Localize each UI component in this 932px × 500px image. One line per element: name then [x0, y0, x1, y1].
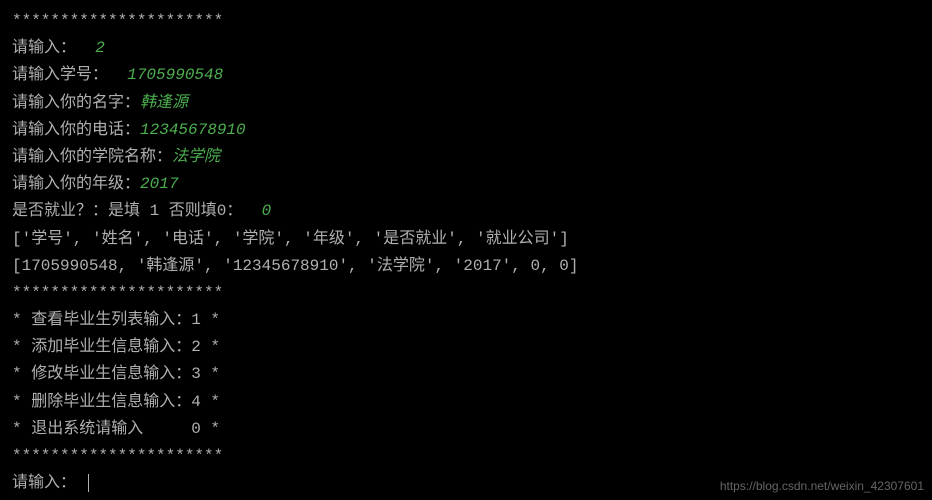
prompt-name: 请输入你的名字： [12, 94, 140, 112]
input-line-employment: 是否就业？：是填 1 否则填0： 0 [12, 198, 920, 225]
prompt-phone: 请输入你的电话： [12, 121, 140, 139]
menu-item-3: * 修改毕业生信息输入：3 * [12, 361, 920, 388]
input-college-value: 法学院 [172, 148, 220, 166]
input-grade-value: 2017 [140, 175, 178, 193]
final-prompt: 请输入： [12, 474, 76, 492]
menu-item-4: * 删除毕业生信息输入：4 * [12, 389, 920, 416]
input-student-id-value: 1705990548 [127, 66, 223, 84]
input-line-college: 请输入你的学院名称：法学院 [12, 144, 920, 171]
menu-item-5: * 退出系统请输入 0 * [12, 416, 920, 443]
prompt-student-id: 请输入学号： [12, 66, 108, 84]
input-employment-value: 0 [262, 202, 272, 220]
input-line-grade: 请输入你的年级：2017 [12, 171, 920, 198]
watermark-text: https://blog.csdn.net/weixin_42307601 [720, 476, 924, 496]
input-line-phone: 请输入你的电话：12345678910 [12, 117, 920, 144]
prompt-employment: 是否就业？：是填 1 否则填0： [12, 202, 242, 220]
input-line-name: 请输入你的名字：韩逢源 [12, 90, 920, 117]
cursor-icon [88, 474, 89, 492]
prompt-college: 请输入你的学院名称： [12, 148, 172, 166]
input-name-value: 韩逢源 [140, 94, 188, 112]
separator-line: ********************** [12, 443, 920, 470]
output-data: [1705990548, '韩逢源', '12345678910', '法学院'… [12, 253, 920, 280]
menu-item-1: * 查看毕业生列表输入：1 * [12, 307, 920, 334]
input-choice-value: 2 [95, 39, 105, 57]
prompt-input: 请输入： [12, 39, 76, 57]
prompt-grade: 请输入你的年级： [12, 175, 140, 193]
separator-line: ********************** [12, 8, 920, 35]
menu-item-2: * 添加毕业生信息输入：2 * [12, 334, 920, 361]
separator-line: ********************** [12, 280, 920, 307]
input-line-student-id: 请输入学号： 1705990548 [12, 62, 920, 89]
output-headers: ['学号', '姓名', '电话', '学院', '年级', '是否就业', '… [12, 226, 920, 253]
input-phone-value: 12345678910 [140, 121, 246, 139]
input-line-choice: 请输入： 2 [12, 35, 920, 62]
